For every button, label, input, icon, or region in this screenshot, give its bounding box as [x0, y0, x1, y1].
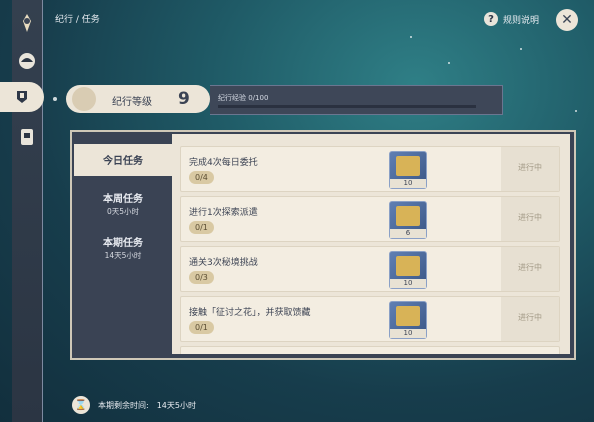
level-pill: 纪行等级 9 — [66, 85, 210, 113]
task-list: 完成4次每日委托 0/4 10 进行中 进行1次探索派遣 0/1 6 进行中 通… — [172, 134, 570, 354]
tab-label: 本期任务 — [103, 238, 143, 249]
season-time-value: 14天5小时 — [156, 400, 196, 410]
star — [410, 36, 412, 38]
close-icon: ✕ — [561, 12, 573, 28]
status-cell: 进行中 — [501, 197, 559, 241]
exp-progress-bar — [218, 105, 476, 108]
bp-exp-icon — [396, 206, 420, 226]
task-title: 完成4次每日委托 — [189, 158, 258, 168]
star — [448, 62, 450, 64]
bp-clock-icon: ⌛ — [72, 396, 90, 414]
task-title: 进行1次探索派遣 — [189, 208, 258, 218]
level-value: 9 — [178, 89, 190, 109]
season-time-label: 本期剩余时间: — [98, 400, 149, 410]
rules-button[interactable]: ? 规则说明 — [484, 12, 539, 26]
shell-icon[interactable] — [12, 46, 42, 76]
reward-item[interactable]: 6 — [389, 201, 427, 239]
task-progress: 0/4 — [189, 171, 214, 184]
tab-sub: 0天5小时 — [106, 207, 140, 216]
status-cell: 进行中 — [501, 247, 559, 291]
close-button[interactable]: ✕ — [556, 9, 578, 31]
task-status: 进行中 — [518, 263, 542, 272]
tab-daily[interactable]: 今日任务 — [74, 144, 172, 176]
task-row[interactable] — [180, 346, 560, 354]
reward-count: 6 — [390, 229, 426, 238]
tab-label: 本周任务 — [103, 194, 143, 205]
reward-count: 10 — [390, 279, 426, 288]
reward-item[interactable]: 10 — [389, 151, 427, 189]
task-row[interactable]: 接触「征讨之花」，并获取馈藏 0/1 10 进行中 — [180, 296, 560, 342]
task-progress: 0/1 — [189, 221, 214, 234]
task-status: 进行中 — [518, 213, 542, 222]
sidebar-item-battle-pass[interactable] — [0, 82, 44, 112]
star — [520, 48, 522, 50]
reward-item[interactable]: 10 — [389, 251, 427, 289]
paimon-emblem-icon[interactable] — [12, 8, 42, 38]
card-icon[interactable] — [12, 122, 42, 152]
tab-season[interactable]: 本期任务 14天5小时 — [74, 230, 172, 266]
task-row[interactable]: 完成4次每日委托 0/4 10 进行中 — [180, 146, 560, 192]
tab-weekly[interactable]: 本周任务 0天5小时 — [74, 186, 172, 222]
question-icon: ? — [484, 12, 498, 26]
level-label: 纪行等级 — [112, 97, 152, 108]
star — [53, 97, 57, 101]
status-cell: 进行中 — [501, 147, 559, 191]
breadcrumb: 纪行 / 任务 — [55, 15, 100, 25]
mission-panel: 今日任务 本周任务 0天5小时 本期任务 14天5小时 完成4次每日委托 0/4… — [70, 130, 576, 360]
bp-exp-icon — [396, 156, 420, 176]
season-time-footer: ⌛ 本期剩余时间: 14天5小时 — [72, 396, 196, 414]
status-cell: 进行中 — [501, 297, 559, 341]
task-row[interactable]: 进行1次探索派遣 0/1 6 进行中 — [180, 196, 560, 242]
task-title: 通关3次秘境挑战 — [189, 258, 258, 268]
reward-count: 10 — [390, 179, 426, 188]
exp-text: 纪行经验 0/100 — [218, 94, 269, 102]
bp-exp-icon — [396, 256, 420, 276]
task-title: 接触「征讨之花」，并获取馈藏 — [189, 308, 311, 318]
bp-icon — [17, 91, 27, 103]
exp-panel: 纪行经验 0/100 — [210, 85, 503, 115]
rules-label: 规则说明 — [503, 15, 540, 26]
task-status: 进行中 — [518, 313, 542, 322]
reward-item[interactable]: 10 — [389, 301, 427, 339]
level-emblem-icon — [72, 87, 96, 111]
bp-exp-icon — [396, 306, 420, 326]
task-progress: 0/1 — [189, 321, 214, 334]
tab-label: 今日任务 — [103, 156, 143, 167]
star — [575, 110, 577, 112]
task-row[interactable]: 通关3次秘境挑战 0/3 10 进行中 — [180, 246, 560, 292]
task-status: 进行中 — [518, 163, 542, 172]
reward-count: 10 — [390, 329, 426, 338]
sidebar — [12, 0, 43, 422]
mission-tabs: 今日任务 本周任务 0天5小时 本期任务 14天5小时 — [74, 134, 172, 354]
tab-sub: 14天5小时 — [104, 251, 142, 260]
task-progress: 0/3 — [189, 271, 214, 284]
